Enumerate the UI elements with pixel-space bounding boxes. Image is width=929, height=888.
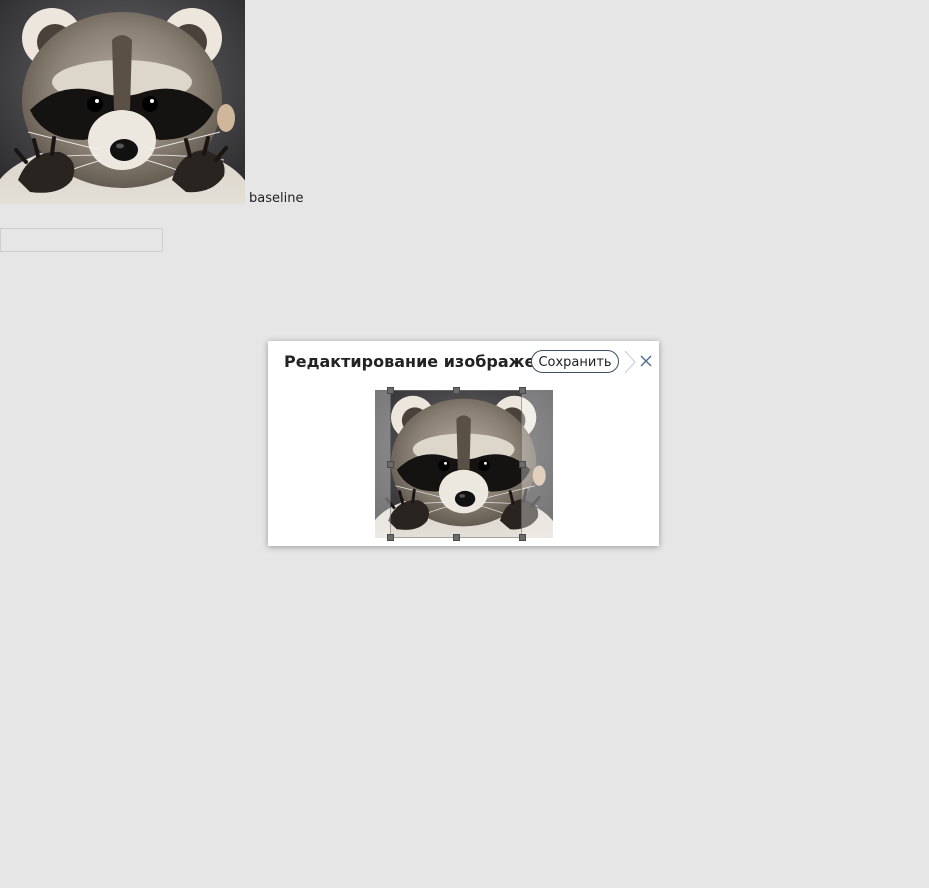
crop-handle-se[interactable] <box>519 534 526 541</box>
image-crop-area[interactable] <box>375 387 553 541</box>
crop-handle-s[interactable] <box>453 534 460 541</box>
baseline-label: baseline <box>249 191 304 206</box>
empty-input-field[interactable] <box>0 228 163 252</box>
crop-handle-e[interactable] <box>519 461 526 468</box>
crop-shade-right <box>522 390 553 538</box>
crop-handle-nw[interactable] <box>387 387 394 394</box>
dialog-title: Редактирование изображения <box>284 352 568 371</box>
chevron-right-icon[interactable] <box>623 350 637 374</box>
close-icon[interactable] <box>639 354 653 368</box>
crop-selection[interactable] <box>390 390 522 538</box>
crop-handle-n[interactable] <box>453 387 460 394</box>
raccoon-image <box>0 0 245 204</box>
save-button[interactable]: Сохранить <box>531 350 619 373</box>
crop-handle-w[interactable] <box>387 461 394 468</box>
image-edit-dialog: Редактирование изображения Сохранить <box>268 341 659 546</box>
page: baseline Редактирование изображения Сохр… <box>0 0 929 888</box>
crop-handle-ne[interactable] <box>519 387 526 394</box>
crop-handle-sw[interactable] <box>387 534 394 541</box>
